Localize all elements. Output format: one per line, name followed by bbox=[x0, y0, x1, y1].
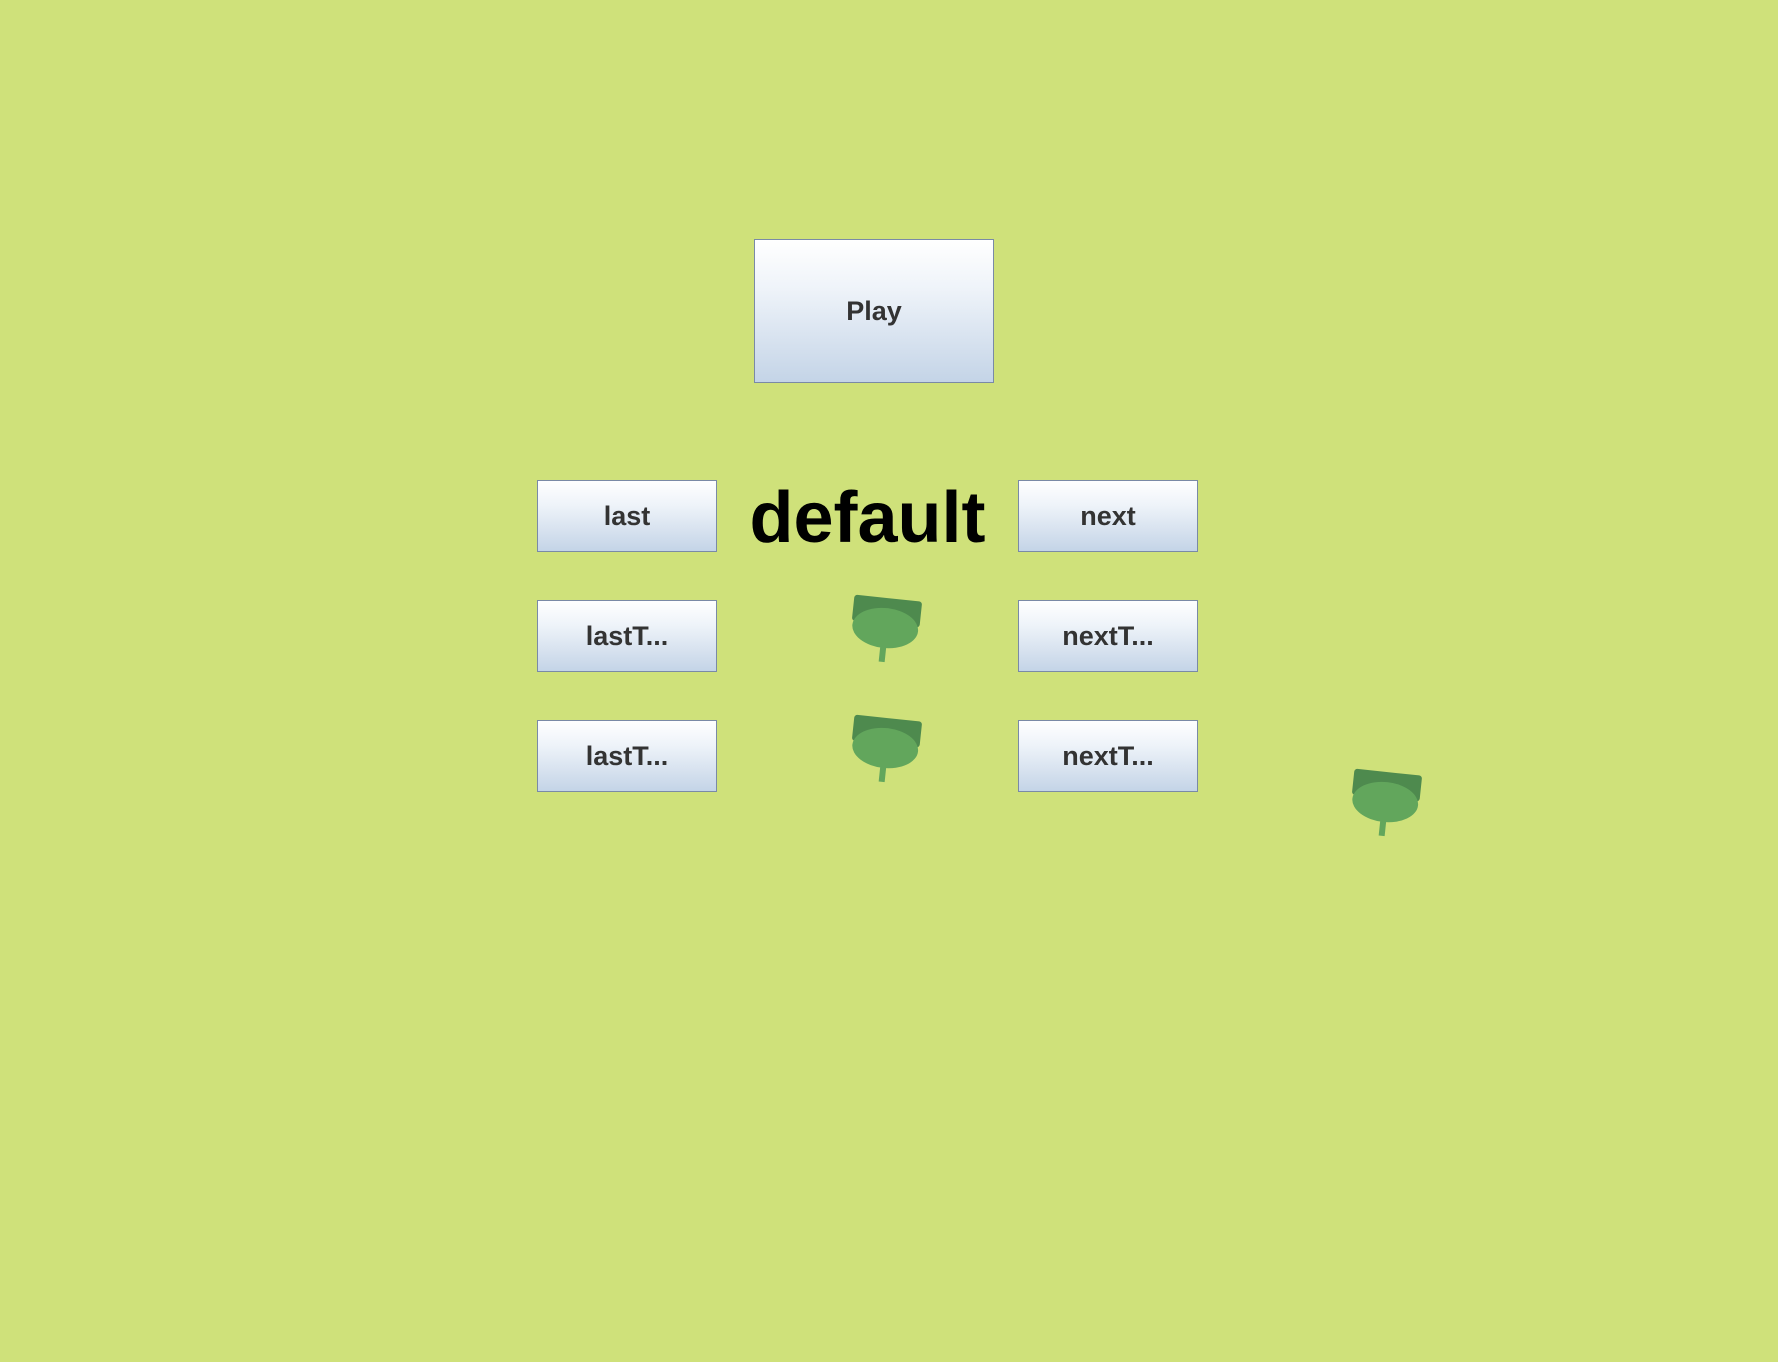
level-name-label: default bbox=[749, 478, 986, 558]
player-1-tank-icon bbox=[852, 594, 922, 663]
menu-screen: Play last default next lastT... nextT...… bbox=[0, 0, 1778, 1362]
next-tank-2-button[interactable]: nextT... bbox=[1018, 720, 1198, 792]
play-button[interactable]: Play bbox=[754, 239, 994, 383]
roaming-tank-icon bbox=[1352, 768, 1422, 837]
next-tank-1-button[interactable]: nextT... bbox=[1018, 600, 1198, 672]
last-tank-2-button[interactable]: lastT... bbox=[537, 720, 717, 792]
last-level-button[interactable]: last bbox=[537, 480, 717, 552]
player-2-tank-icon bbox=[852, 714, 922, 783]
next-level-button[interactable]: next bbox=[1018, 480, 1198, 552]
last-tank-1-button[interactable]: lastT... bbox=[537, 600, 717, 672]
